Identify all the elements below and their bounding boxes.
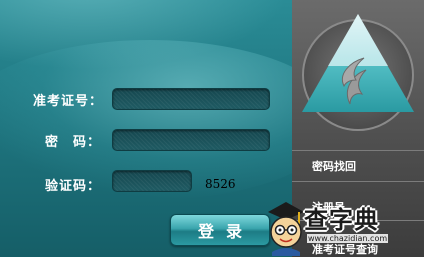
login-button[interactable]: 登录 [170, 214, 270, 246]
sidebar-divider [292, 150, 424, 151]
sidebar-link-password-recovery[interactable]: 密码找回 [312, 158, 356, 174]
login-panel: 准考证号： 密 码： 验证码： 8526 登录 [0, 0, 292, 257]
exam-id-input[interactable] [112, 88, 270, 110]
password-input[interactable] [112, 129, 270, 151]
captcha-input[interactable] [112, 170, 192, 192]
mascot-icon [268, 202, 304, 256]
exam-id-label: 准考证号： [33, 94, 104, 109]
login-screen: 准考证号： 密 码： 验证码： 8526 登录 密码找回 注册号 准考证号查询 … [0, 0, 424, 257]
watermark-title: 查字典 [304, 206, 379, 234]
captcha-code[interactable]: 8526 [205, 177, 236, 191]
school-logo-icon [302, 14, 414, 131]
watermark-url: www.chazidian.com [307, 234, 389, 243]
watermark: 查字典 www.chazidian.com [262, 196, 424, 257]
captcha-label: 验证码： [45, 179, 102, 194]
password-label: 密 码： [45, 135, 102, 150]
sidebar-divider [292, 181, 424, 182]
